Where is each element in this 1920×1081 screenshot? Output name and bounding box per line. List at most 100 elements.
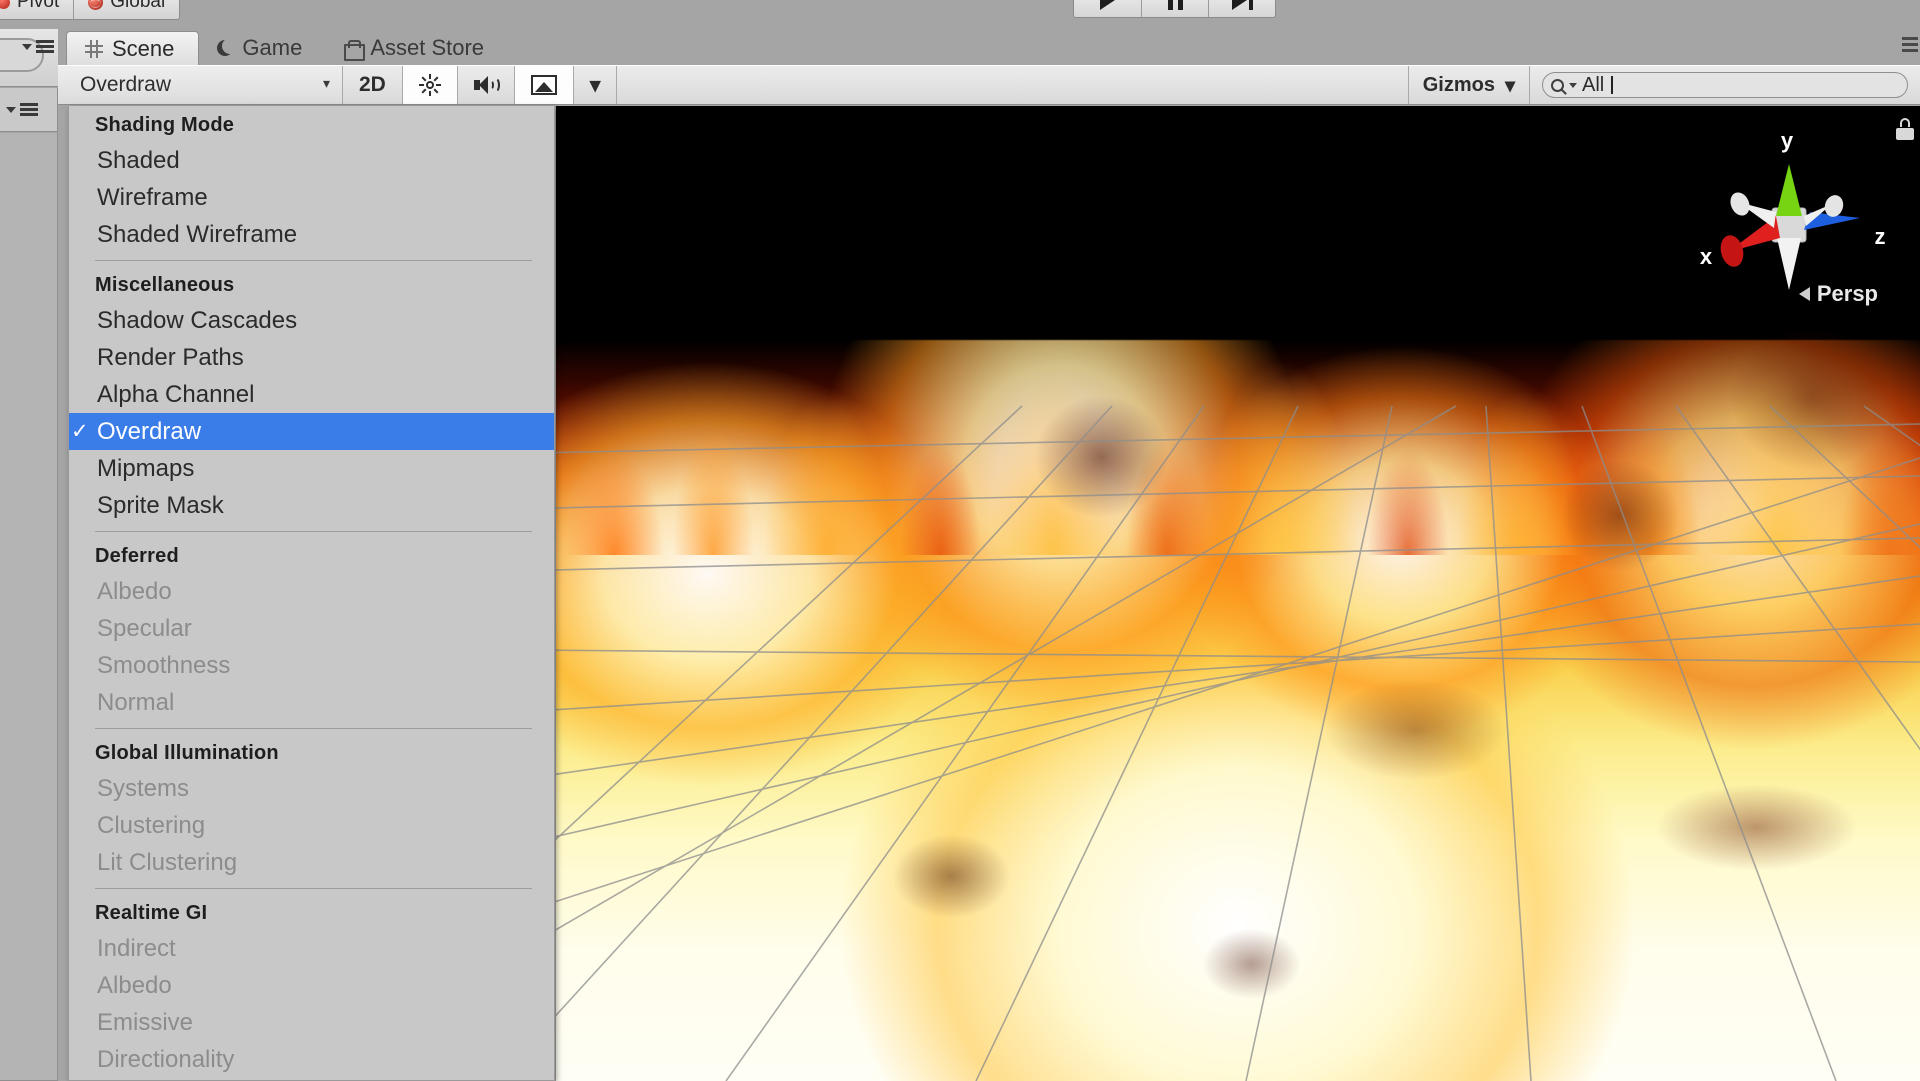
toggle-2d-label: 2D (359, 73, 386, 96)
chevron-down-icon (1569, 82, 1577, 88)
scene-view-toolbar: Overdraw ▾ 2D ▾ Gizmos ▾ All (58, 65, 1920, 105)
global-label: Global (110, 0, 166, 12)
tab-game-label: Game (242, 35, 303, 60)
chevron-down-icon: ▾ (589, 73, 601, 97)
global-button[interactable]: Global (73, 0, 179, 19)
cart-icon (344, 39, 366, 61)
search-icon (1551, 78, 1564, 92)
gizmo-axis-ny-cone (1777, 238, 1801, 290)
menu-item-label: Mipmaps (97, 454, 195, 482)
hamburger-icon (1902, 37, 1918, 52)
panel-menu-icon-top[interactable] (22, 40, 54, 53)
menu-item-label: Shaded Wireframe (97, 220, 298, 248)
gizmo-label-y: y (1781, 128, 1794, 153)
scene-orientation-gizmo[interactable]: y x z (1684, 112, 1894, 342)
menu-section-header: Global Illumination (95, 742, 279, 764)
menu-separator (95, 531, 532, 532)
menu-item-directionality: Directionality (69, 1041, 554, 1078)
effects-dropdown-button[interactable]: ▾ (573, 66, 618, 104)
menu-item-alpha-channel[interactable]: Alpha Channel (69, 376, 554, 413)
chevron-down-icon (22, 43, 32, 50)
dock-options-button[interactable] (1894, 29, 1920, 63)
menu-item-albedo: Albedo (69, 573, 554, 610)
menu-item-label: Shaded (97, 146, 180, 174)
menu-item-label: Sprite Mask (97, 491, 224, 519)
speaker-icon (473, 75, 500, 95)
left-panel-body (0, 133, 58, 1081)
play-button[interactable] (1074, 0, 1141, 17)
hash-icon (85, 39, 103, 58)
menu-item-wireframe[interactable]: Wireframe (69, 179, 554, 216)
pivot-label: Pivot (17, 0, 60, 12)
gizmos-label: Gizmos (1422, 73, 1495, 96)
menu-item-sprite-mask[interactable]: Sprite Mask (69, 487, 554, 524)
chevron-down-icon: ▾ (1504, 74, 1515, 97)
menu-item-systems: Systems (69, 770, 554, 807)
menu-item-label: Alpha Channel (97, 380, 255, 408)
menu-item-label: Indirect (97, 934, 176, 962)
menu-item-albedo: Albedo (69, 967, 554, 1004)
chevron-down-icon: ▾ (322, 74, 330, 91)
menu-section-header: Shading Mode (95, 114, 235, 136)
menu-item-lit-clustering: Lit Clustering (69, 844, 554, 881)
menu-item-label: Normal (97, 688, 175, 716)
menu-item-shaded[interactable]: Shaded (69, 142, 554, 179)
dock-tab-bar: Scene Game Asset Store (58, 29, 1920, 65)
menu-section-header: Realtime GI (95, 902, 208, 924)
menu-item-label: Directionality (97, 1045, 235, 1073)
menu-item-label: Albedo (97, 577, 172, 605)
menu-item-emissive: Emissive (69, 1004, 554, 1041)
menu-item-shadow-cascades[interactable]: Shadow Cascades (69, 302, 554, 339)
menu-item-label: Shadow Cascades (97, 306, 298, 334)
menu-separator (95, 260, 532, 261)
pivot-rotation-group: Pivot Global (0, 0, 181, 20)
draw-mode-menu[interactable]: Shading Mode Shaded Wireframe Shaded Wirefr… (68, 106, 555, 1081)
toggle-audio-button[interactable] (457, 66, 515, 104)
pause-icon (1167, 0, 1183, 10)
menu-item-label: Overdraw (97, 417, 202, 445)
toggle-2d-button[interactable]: 2D (343, 66, 403, 104)
gizmo-label-x: x (1700, 244, 1713, 269)
menu-item-render-paths[interactable]: Render Paths (69, 339, 554, 376)
scene-search-container: All (1530, 66, 1920, 104)
gizmo-label-z: z (1875, 224, 1886, 249)
menu-item-label: Render Paths (97, 343, 244, 371)
menu-section-header: Deferred (95, 545, 179, 567)
menu-item-label: Albedo (97, 971, 172, 999)
scene-viewport[interactable]: y x z Persp (556, 106, 1920, 1081)
menu-separator (95, 888, 532, 889)
menu-item-normal: Normal (69, 684, 554, 721)
moon-icon (217, 38, 239, 56)
menu-item-overdraw[interactable]: ✓ Overdraw (69, 413, 554, 450)
step-button[interactable] (1208, 0, 1275, 17)
gizmo-axis-y-cone (1776, 164, 1802, 216)
text-cursor (1611, 76, 1614, 94)
globe-icon (88, 0, 104, 10)
play-icon (1100, 0, 1115, 10)
arrow-left-icon (1798, 287, 1810, 301)
tab-scene[interactable]: Scene (66, 31, 200, 65)
tab-asset-store-label: Asset Store (370, 35, 485, 60)
panel-menu-icon-mid[interactable] (6, 103, 38, 116)
menu-item-label: Specular (97, 614, 192, 642)
projection-mode-label[interactable]: Persp (1798, 281, 1878, 307)
menu-item-smoothness: Smoothness (69, 647, 554, 684)
menu-item-label: Smoothness (97, 651, 231, 679)
menu-item-shaded-wireframe[interactable]: Shaded Wireframe (69, 216, 554, 253)
global-toolbar: Pivot Global (0, 0, 1920, 28)
tab-asset-store[interactable]: Asset Store (326, 31, 508, 65)
draw-mode-dropdown[interactable]: Overdraw ▾ (58, 66, 343, 104)
pivot-button[interactable]: Pivot (0, 0, 73, 19)
toggle-lighting-button[interactable] (402, 66, 458, 104)
pause-button[interactable] (1141, 0, 1208, 17)
menu-item-label: Systems (97, 774, 190, 802)
menu-item-specular: Specular (69, 610, 554, 647)
menu-item-label: Wireframe (97, 183, 208, 211)
menu-item-mipmaps[interactable]: Mipmaps (69, 450, 554, 487)
gizmos-dropdown[interactable]: Gizmos ▾ (1407, 66, 1530, 104)
toggle-effects-button[interactable] (514, 66, 574, 104)
tab-game[interactable]: Game (199, 31, 326, 65)
check-icon: ✓ (71, 420, 89, 443)
lock-icon[interactable] (1896, 118, 1914, 140)
search-input[interactable]: All (1542, 72, 1908, 98)
